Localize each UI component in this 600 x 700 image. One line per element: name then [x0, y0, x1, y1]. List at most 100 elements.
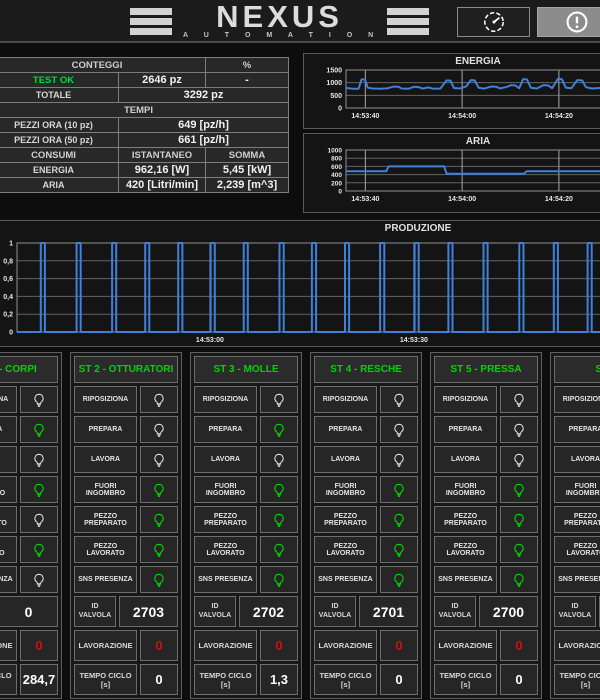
conteggi-header: CONTEGGI [0, 57, 207, 73]
signal-lamp [500, 476, 538, 503]
percent-header: % [205, 57, 290, 73]
pezzi-ora-50-value: 661 [pz/h] [117, 132, 290, 148]
signal-lamp [500, 386, 538, 413]
svg-text:1500: 1500 [326, 68, 342, 75]
signal-row: FUORI INGOMBRO [194, 476, 298, 503]
signal-lamp [140, 416, 178, 443]
produzione-chart: 0 0,2 0,4 0,6 0,8 1 14:53:00 14:53:30 [3, 241, 600, 344]
signal-row: FUORI INGOMBRO [0, 476, 58, 503]
signal-row: RIPOSIZIONA [554, 386, 600, 413]
id-valvola-value: 0 [0, 596, 58, 627]
stations-row: ST 1 - CORPI RIPOSIZIONA PREPARA LAVORA [0, 352, 600, 699]
station-title: ST 4 - RESCHE [330, 364, 402, 375]
svg-text:0: 0 [338, 106, 342, 113]
bulb-icon [34, 423, 44, 437]
tempo-ciclo-value: 1,3 [260, 664, 298, 695]
bulb-icon [34, 543, 44, 557]
signal-lamp [380, 386, 418, 413]
signal-row: RIPOSIZIONA [0, 386, 58, 413]
bulb-icon [154, 573, 164, 587]
dashboard-button[interactable] [457, 7, 530, 37]
signal-lamp [500, 506, 538, 533]
svg-text:1: 1 [9, 241, 13, 248]
signal-row: PEZZO LAVORATO [554, 536, 600, 563]
signal-row: SNS PRESENZA [0, 566, 58, 593]
signal-lamp [260, 416, 298, 443]
energia-chart-panel: ENERGIA 0 500 1000 1500 14:53:40 14:54:00 14:5… [303, 53, 600, 129]
signal-label: PREPARA [434, 416, 497, 443]
bulb-icon [34, 453, 44, 467]
id-valvola-label: ID VALVOLA [74, 596, 116, 627]
tempi-header: TEMPI [0, 102, 290, 118]
signal-row: SNS PRESENZA [434, 566, 538, 593]
lavorazione-value: 0 [140, 630, 178, 661]
aria-istantaneo-value: 420 [Litri/min] [117, 177, 207, 193]
signal-label: RIPOSIZIONA [314, 386, 377, 413]
istantaneo-header: ISTANTANEO [117, 147, 207, 163]
svg-text:14:54:00: 14:54:00 [448, 196, 476, 203]
signal-row: SNS PRESENZA [194, 566, 298, 593]
signal-label: PEZZO PREPARATO [0, 506, 17, 533]
energia-somma-value: 5,45 [kW] [205, 162, 290, 178]
svg-text:14:54:20: 14:54:20 [545, 113, 573, 120]
counters-table: CONTEGGI % TEST OK 2646 pz - TOTALE 3292… [0, 57, 290, 193]
bulb-icon [154, 513, 164, 527]
station-title: ST 5 - PRESSA [450, 364, 522, 375]
signal-row: PEZZO PREPARATO [0, 506, 58, 533]
bulb-icon [394, 453, 404, 467]
svg-text:1000: 1000 [328, 148, 343, 155]
lavorazione-label: LAVORAZIONE [0, 630, 17, 661]
id-valvola-label: ID VALVOLA [434, 596, 476, 627]
station-header: ST 1 - CORPI [0, 356, 58, 383]
pezzi-ora-10-value: 649 [pz/h] [117, 117, 290, 133]
tempo-ciclo-label: TEMPO CICLO [s] [554, 664, 600, 695]
signal-label: PEZZO LAVORATO [434, 536, 497, 563]
signal-label: FUORI INGOMBRO [434, 476, 497, 503]
signal-lamp [380, 416, 418, 443]
id-valvola-label: ID VALVOLA [554, 596, 596, 627]
signal-label: SNS PRESENZA [0, 566, 17, 593]
signal-lamp [260, 566, 298, 593]
alarm-button[interactable] [537, 7, 600, 37]
gauge-icon [483, 12, 504, 32]
tempo-ciclo-value: 0 [140, 664, 178, 695]
signal-label: SNS PRESENZA [194, 566, 257, 593]
bulb-icon [34, 483, 44, 497]
signal-row: RIPOSIZIONA [314, 386, 418, 413]
pezzi-ora-50-label: PEZZI ORA (50 pz) [0, 132, 119, 148]
signal-lamp [20, 536, 58, 563]
signal-lamp [260, 506, 298, 533]
logo-bars-right-icon [387, 8, 430, 36]
lavorazione-label: LAVORAZIONE [314, 630, 377, 661]
test-ok-value: 2646 pz [117, 72, 207, 88]
signal-label: PEZZO LAVORATO [554, 536, 600, 563]
signal-label: SNS PRESENZA [434, 566, 497, 593]
station-header: ST 6 [554, 356, 600, 383]
tempo-ciclo-label: TEMPO CICLO [s] [0, 664, 17, 695]
signal-label: LAVORA [194, 446, 257, 473]
station-title: ST 2 - OTTURATORI [78, 364, 174, 375]
station-panel: ST 2 - OTTURATORI RIPOSIZIONA PREPARA LA… [70, 352, 182, 699]
station-header: ST 4 - RESCHE [314, 356, 418, 383]
signal-row: SNS PRESENZA [74, 566, 178, 593]
signal-row: PEZZO PREPARATO [434, 506, 538, 533]
signal-row: SNS PRESENZA [554, 566, 600, 593]
signal-lamp [140, 386, 178, 413]
bulb-icon [154, 423, 164, 437]
signal-label: LAVORA [314, 446, 377, 473]
signal-lamp [20, 416, 58, 443]
aria-somma-value: 2,239 [m^3] [205, 177, 290, 193]
totale-value: 3292 pz [117, 87, 290, 103]
signal-label: PEZZO PREPARATO [74, 506, 137, 533]
signal-label: PEZZO LAVORATO [314, 536, 377, 563]
signal-row: LAVORA [434, 446, 538, 473]
lavorazione-label: LAVORAZIONE [74, 630, 137, 661]
svg-text:14:53:40: 14:53:40 [351, 113, 379, 120]
tempo-ciclo-value: 0 [500, 664, 538, 695]
bulb-icon [514, 483, 524, 497]
signal-lamp [140, 506, 178, 533]
signal-label: LAVORA [0, 446, 17, 473]
svg-text:0,8: 0,8 [3, 258, 13, 265]
signal-label: RIPOSIZIONA [0, 386, 17, 413]
bulb-icon [34, 573, 44, 587]
